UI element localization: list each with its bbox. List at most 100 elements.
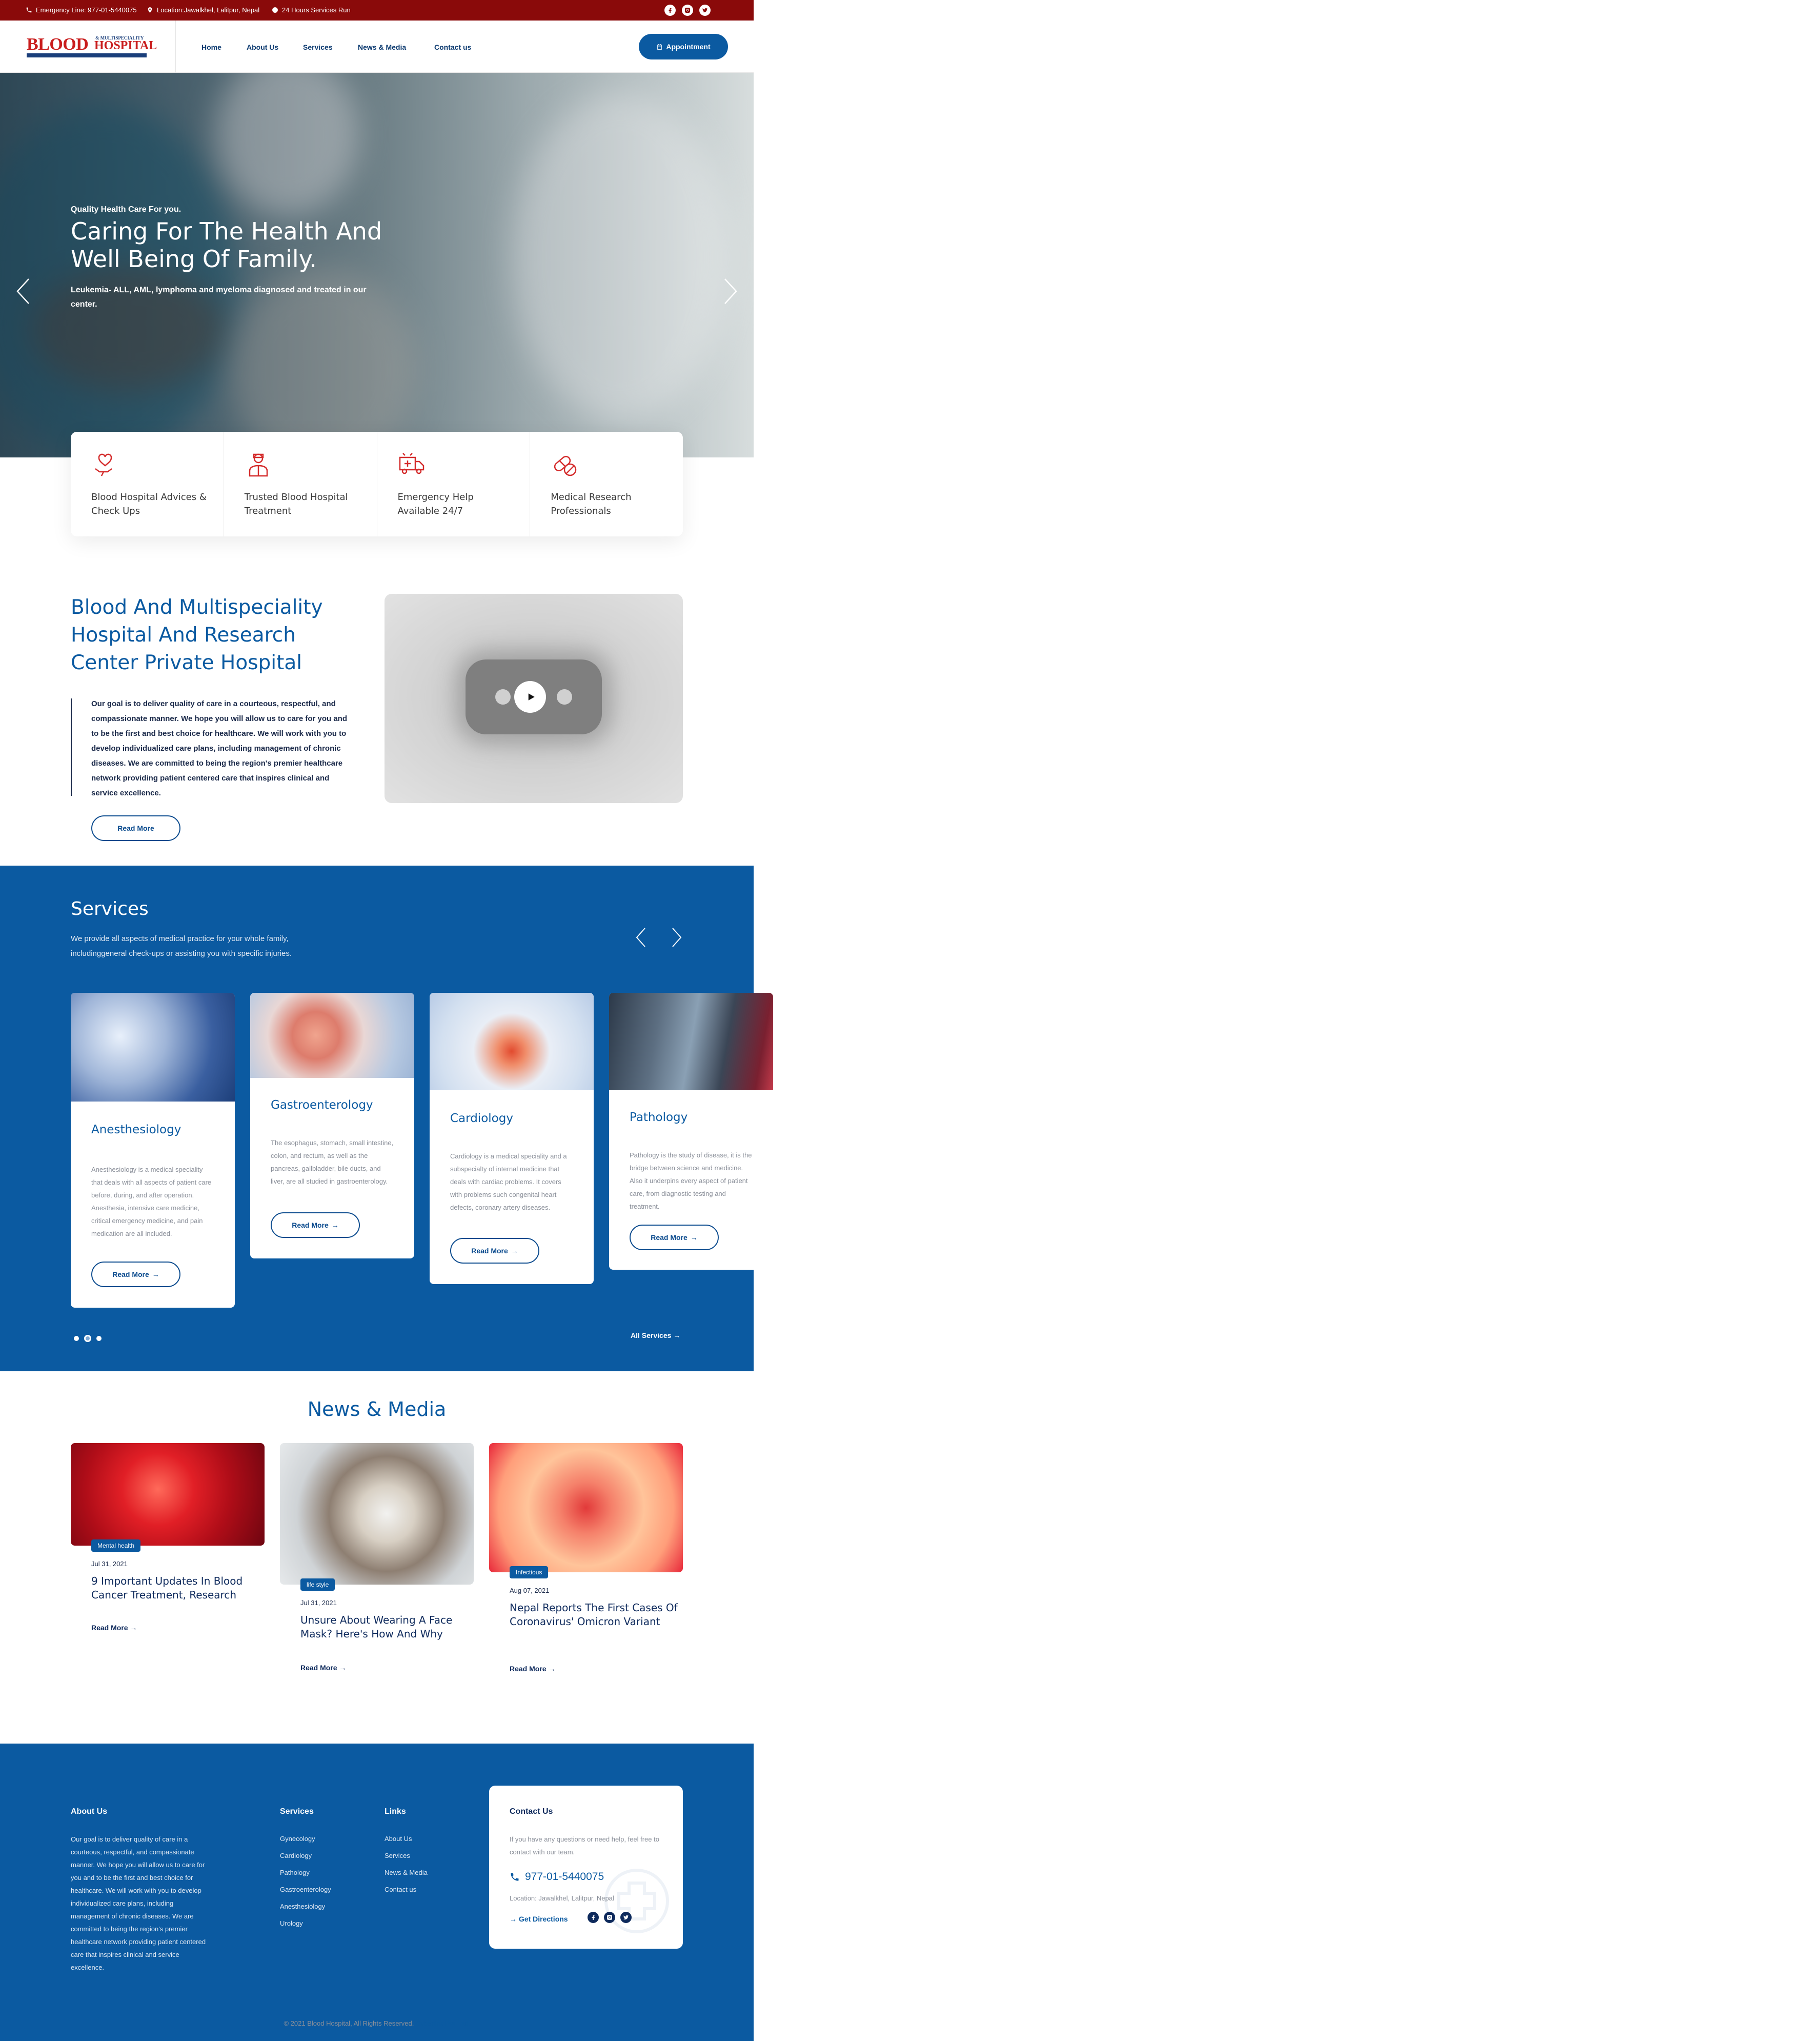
service-read-more-button[interactable]: Read More → <box>450 1238 539 1264</box>
arrow-right-icon: → <box>673 1331 681 1339</box>
phone-icon <box>511 1873 519 1881</box>
feature-item[interactable]: Trusted Blood Hospital Treatment <box>224 432 377 536</box>
news-item-title[interactable]: Unsure About Wearing A Face Mask? Here's… <box>300 1613 475 1641</box>
contact-social-links <box>588 1912 632 1923</box>
service-card-title: Anesthesiology <box>91 1123 181 1136</box>
footer-link[interactable]: Contact us <box>385 1886 416 1893</box>
news-read-more[interactable]: Read More → <box>300 1664 346 1672</box>
news-title: News & Media <box>307 1398 447 1420</box>
news-item-title[interactable]: 9 Important Updates In Blood Cancer Trea… <box>91 1574 266 1602</box>
arrow-right-icon: → <box>339 1664 347 1672</box>
emergency-line[interactable]: Emergency Line: 977-01-5440075 <box>26 6 137 14</box>
get-directions-link[interactable]: → Get Directions <box>510 1915 568 1923</box>
service-card[interactable]: Cardiology Cardiology is a medical speci… <box>430 993 594 1284</box>
services-description: We provide all aspects of medical practi… <box>71 934 292 958</box>
play-icon <box>528 693 535 701</box>
footer-link[interactable]: About Us <box>385 1835 412 1843</box>
bottom-accent-bar <box>27 2037 727 2041</box>
contact-location: Location: Jawalkhel, Lalitpur, Nepal <box>510 1894 614 1902</box>
footer-about-text: Our goal is to deliver quality of care i… <box>71 1835 206 1971</box>
appointment-button[interactable]: Appointment <box>639 34 728 59</box>
contact-phone-number: 977-01-5440075 <box>525 1871 604 1883</box>
about-video[interactable] <box>385 594 683 803</box>
copyright-bar: © 2021 Blood Hospital, All Rights Reserv… <box>0 2019 754 2027</box>
nav-contact[interactable]: Contact us <box>434 43 471 51</box>
feature-label: Emergency Help Available 24/7 <box>397 492 474 516</box>
pagination-dot[interactable] <box>74 1336 79 1341</box>
services-prev-arrow[interactable] <box>634 926 648 951</box>
feature-item[interactable]: Emergency Help Available 24/7 <box>377 432 531 536</box>
news-read-more[interactable]: Read More → <box>91 1624 137 1632</box>
news-tag[interactable]: life style <box>300 1578 335 1591</box>
services-next-arrow[interactable] <box>670 926 684 951</box>
service-read-more-button[interactable]: Read More → <box>91 1262 180 1287</box>
hours-text: 24 Hours Services Run <box>282 6 351 14</box>
service-card[interactable]: Gastroenterology The esophagus, stomach,… <box>250 993 414 1258</box>
calendar-icon <box>657 44 662 50</box>
main-navbar: BLOOD & MULTISPECIALITY HOSPITAL Home Ab… <box>0 21 754 73</box>
all-services-link[interactable]: All Services → <box>631 1331 680 1339</box>
facebook-icon[interactable] <box>588 1912 599 1923</box>
hero-next-arrow[interactable] <box>720 276 740 307</box>
instagram-icon[interactable] <box>604 1912 615 1923</box>
service-card-text: Pathology is the study of disease, it is… <box>630 1151 752 1210</box>
page: Emergency Line: 977-01-5440075 Location:… <box>0 0 773 2041</box>
news-image-face-mask[interactable] <box>280 1443 474 1585</box>
appointment-label: Appointment <box>666 43 711 51</box>
about-text: Our goal is to deliver quality of care i… <box>91 699 347 797</box>
ambulance-icon <box>399 453 424 474</box>
facebook-icon[interactable] <box>664 5 676 16</box>
footer-service-link[interactable]: Gastroenterology <box>280 1886 331 1893</box>
service-card[interactable]: Anesthesiology Anesthesiology is a medic… <box>71 993 235 1308</box>
service-read-more-button[interactable]: Read More → <box>630 1225 719 1250</box>
news-item-title[interactable]: Nepal Reports The First Cases Of Coronav… <box>510 1601 684 1629</box>
hours-info: 24 Hours Services Run <box>272 6 351 14</box>
footer-service-link[interactable]: Anesthesiology <box>280 1903 325 1910</box>
footer-link[interactable]: Services <box>385 1852 410 1859</box>
hero-prev-arrow[interactable] <box>13 276 34 307</box>
nav-services[interactable]: Services <box>303 43 333 51</box>
nav-home[interactable]: Home <box>201 43 221 51</box>
twitter-icon[interactable] <box>699 5 711 16</box>
about-quote-line <box>71 698 72 796</box>
nav-about[interactable]: About Us <box>247 43 278 51</box>
about-read-more-button[interactable]: Read More <box>91 815 180 841</box>
developer-credit-link[interactable]: Cyberlink Pvt. Ltd. <box>416 2019 470 2027</box>
instagram-icon[interactable] <box>682 5 693 16</box>
arrow-right-icon: → <box>130 1624 137 1632</box>
service-card[interactable]: Pathology Pathology is the study of dise… <box>609 993 773 1270</box>
footer-service-link[interactable]: Cardiology <box>280 1852 312 1859</box>
twitter-icon[interactable] <box>620 1912 632 1923</box>
location-pin-icon <box>148 7 152 13</box>
contact-phone[interactable]: 977-01-5440075 <box>510 1871 604 1883</box>
service-card-text: Cardiology is a medical speciality and a… <box>450 1152 567 1211</box>
footer-services-title: Services <box>280 1807 314 1816</box>
read-more-label: Read More <box>510 1665 547 1673</box>
feature-strip: Blood Hospital Advices & Check Ups Trust… <box>71 432 683 536</box>
video-play-button[interactable] <box>514 681 546 713</box>
get-directions-label: Get Directions <box>518 1915 568 1923</box>
read-more-label: Read More <box>117 824 154 832</box>
nav-news-media[interactable]: News & Media <box>358 43 406 51</box>
footer-service-link[interactable]: Pathology <box>280 1869 310 1876</box>
news-tag[interactable]: Mental health <box>91 1539 141 1552</box>
pagination-dot[interactable] <box>96 1336 102 1341</box>
news-tag[interactable]: Infectious <box>510 1566 549 1578</box>
arrow-right-icon: → <box>152 1270 159 1278</box>
footer-link[interactable]: News & Media <box>385 1869 428 1876</box>
pagination-dot-active[interactable] <box>84 1335 91 1342</box>
pills-icon <box>554 455 577 476</box>
arrow-right-icon: → <box>331 1221 339 1229</box>
site-logo[interactable]: BLOOD & MULTISPECIALITY HOSPITAL <box>0 21 157 73</box>
feature-item[interactable]: Blood Hospital Advices & Check Ups <box>71 432 224 536</box>
footer-service-link[interactable]: Gynecology <box>280 1835 315 1843</box>
news-image-virus[interactable] <box>489 1443 683 1572</box>
feature-item[interactable]: Medical Research Professionals <box>530 432 683 536</box>
footer-about-title: About Us <box>71 1807 108 1816</box>
news-read-more[interactable]: Read More → <box>510 1665 555 1673</box>
service-card-title: Cardiology <box>450 1112 513 1125</box>
footer-service-link[interactable]: Urology <box>280 1919 303 1927</box>
news-image-blood-cells[interactable] <box>71 1443 265 1546</box>
service-read-more-button[interactable]: Read More → <box>271 1212 360 1238</box>
feature-label: Trusted Blood Hospital Treatment <box>244 492 348 516</box>
